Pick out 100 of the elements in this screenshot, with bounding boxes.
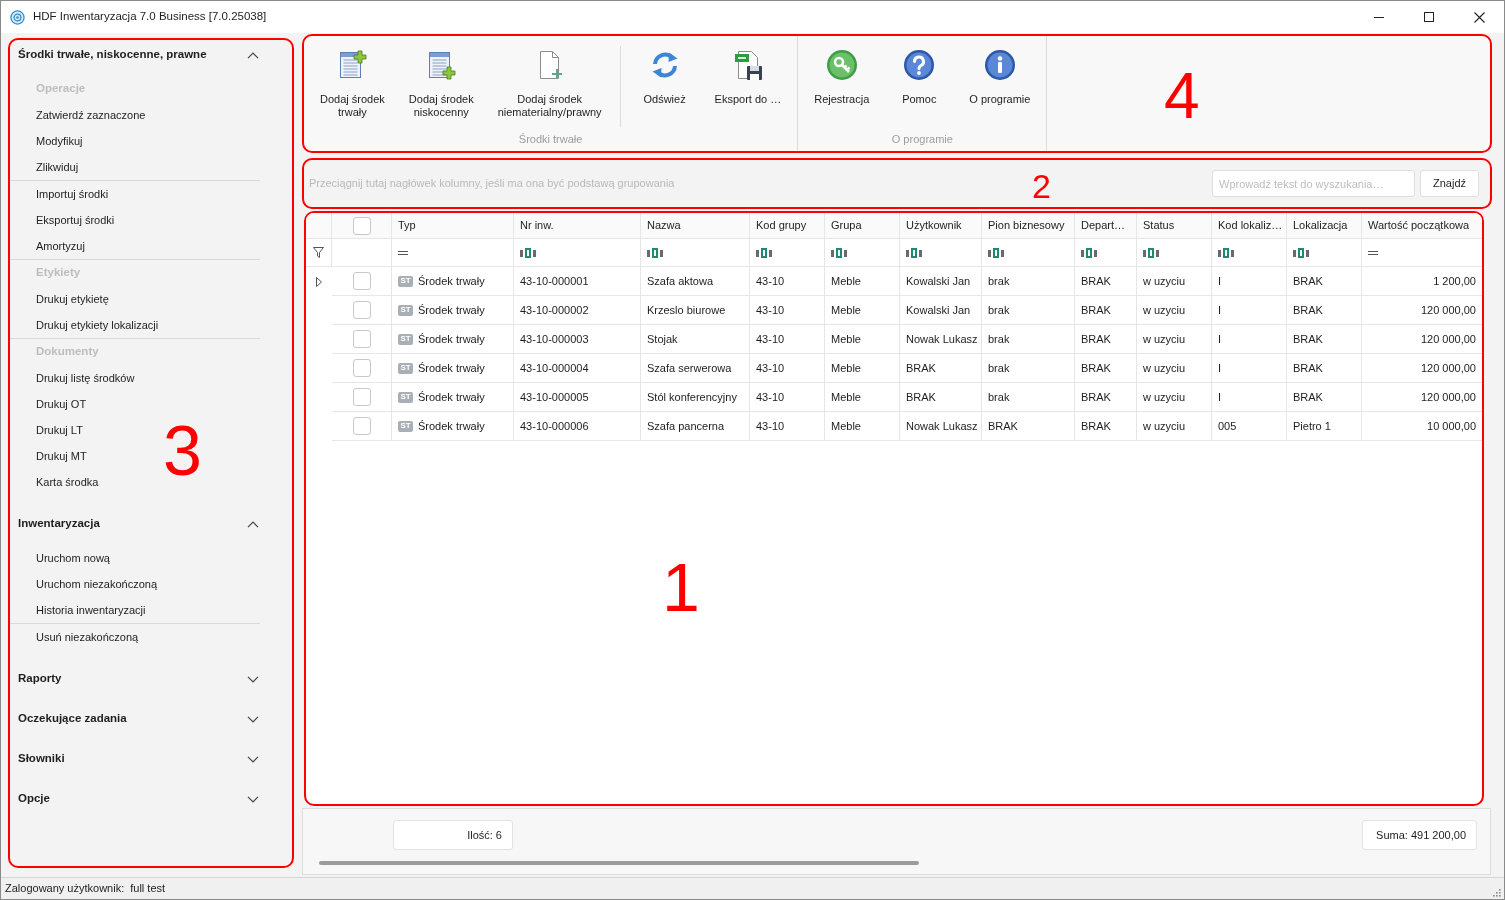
table-cell: I <box>1212 296 1287 325</box>
sidebar-item[interactable]: Modyfikuj <box>10 128 260 154</box>
app-logo-icon <box>10 9 25 25</box>
text-filter-icon <box>988 247 1004 258</box>
toolbar-button[interactable]: Rejestracja <box>804 36 880 131</box>
section-header[interactable]: Środki trwałe, niskocenne, prawne <box>18 40 259 70</box>
column-header[interactable]: Typ <box>392 213 514 239</box>
column-header[interactable]: Wartość początkowa <box>1362 213 1482 239</box>
checkbox[interactable] <box>352 330 371 348</box>
column-header[interactable]: Użytkownik <box>900 213 982 239</box>
table-cell: Stojak <box>641 325 750 354</box>
toolbar-button[interactable]: Odśwież <box>628 36 701 131</box>
section-header[interactable]: Inwentaryzacja <box>18 509 259 539</box>
toolbar-button[interactable]: Dodaj środek trwały <box>310 36 395 131</box>
close-icon <box>1473 11 1485 23</box>
sidebar-item[interactable]: Historia inwentaryzacji <box>10 597 260 623</box>
table-cell: brak <box>982 354 1075 383</box>
table-cell: 10 000,00 <box>1362 412 1482 441</box>
key-icon <box>825 49 858 81</box>
search-button[interactable]: Znajdź <box>1420 170 1479 197</box>
table-cell: BRAK <box>1075 325 1137 354</box>
text-filter-icon <box>1143 247 1159 258</box>
table-cell: 120 000,00 <box>1362 296 1482 325</box>
sidebar-item[interactable]: Drukuj OT <box>10 391 260 417</box>
column-header[interactable]: Depart… <box>1075 213 1137 239</box>
table-cell: brak <box>982 383 1075 412</box>
column-header[interactable]: Kod grupy <box>750 213 825 239</box>
checkbox[interactable] <box>352 359 371 377</box>
section-header[interactable]: Słowniki <box>18 744 259 774</box>
table-cell: w uzyciu <box>1137 296 1212 325</box>
table-cell: I <box>1212 354 1287 383</box>
table-cell: BRAK <box>900 383 982 412</box>
checkbox[interactable] <box>352 216 371 235</box>
text-filter-icon <box>1081 247 1097 258</box>
section-header[interactable]: Oczekujące zadania <box>18 704 259 734</box>
checkbox[interactable] <box>352 301 371 319</box>
annotation-number: 4 <box>1164 64 1200 128</box>
toolbar-button[interactable]: O programie <box>959 36 1041 131</box>
column-header[interactable]: Nr inw. <box>514 213 641 239</box>
table-cell: Meble <box>825 267 900 296</box>
type-badge: ST <box>398 275 413 287</box>
table-cell: Kowalski Jan <box>900 296 982 325</box>
sidebar-item[interactable]: Importuj środki <box>10 181 260 207</box>
group-label: O programie <box>890 132 954 147</box>
table-cell: 120 000,00 <box>1362 325 1482 354</box>
text-filter-icon <box>831 247 847 258</box>
info-icon <box>983 49 1016 81</box>
sidebar-item[interactable]: Drukuj listę środków <box>10 365 260 391</box>
table-cell: BRAK <box>1075 412 1137 441</box>
sidebar-item[interactable]: Uruchom nową <box>10 545 260 571</box>
column-header[interactable]: Grupa <box>825 213 900 239</box>
type-badge: ST <box>398 391 413 403</box>
type-badge: ST <box>398 304 413 316</box>
sidebar-item[interactable]: Drukuj etykiety lokalizacji <box>10 312 260 338</box>
table-cell: Meble <box>825 354 900 383</box>
sidebar-item[interactable]: Zlikwiduj <box>10 154 260 180</box>
table-cell: Kowalski Jan <box>900 267 982 296</box>
equals-filter-icon <box>1368 250 1378 255</box>
type-badge: ST <box>398 420 413 432</box>
table-cell: Meble <box>825 296 900 325</box>
toolbar-button[interactable]: Pomoc <box>883 36 956 131</box>
toolbar-button[interactable]: Dodaj środek niematerialny/prawny <box>487 36 612 131</box>
table-cell: BRAK <box>900 354 982 383</box>
toolbar-button[interactable]: Dodaj środek niskocenny <box>398 36 484 131</box>
table-cell: 43-10 <box>750 354 825 383</box>
table-cell: 43-10 <box>750 296 825 325</box>
checkbox[interactable] <box>352 417 371 435</box>
search-field[interactable]: Wprowadź tekst do wyszukania… <box>1212 170 1415 197</box>
minimize-icon <box>1374 16 1384 18</box>
toolbar-button[interactable]: Eksport do … <box>704 36 792 131</box>
table-cell: BRAK <box>1287 296 1362 325</box>
column-header[interactable]: Status <box>1137 213 1212 239</box>
column-header[interactable]: Lokalizacja <box>1287 213 1362 239</box>
table-cell: 120 000,00 <box>1362 383 1482 412</box>
checkbox[interactable] <box>352 272 371 290</box>
horizontal-scrollbar[interactable] <box>319 861 919 865</box>
type-label: Środek trwały <box>418 418 485 434</box>
table-cell: 1 200,00 <box>1362 267 1482 296</box>
section-header[interactable]: Opcje <box>18 784 259 814</box>
column-header[interactable]: Kod lokaliz… <box>1212 213 1287 239</box>
sidebar-item[interactable]: Uruchom niezakończoną <box>10 571 260 597</box>
type-badge: ST <box>398 333 413 345</box>
sidebar-item[interactable]: Eksportuj środki <box>10 207 260 233</box>
table-cell: Nowak Lukasz <box>900 325 982 354</box>
table-cell: w uzyciu <box>1137 325 1212 354</box>
column-header[interactable]: Pion biznesowy <box>982 213 1075 239</box>
table-cell: BRAK <box>1287 354 1362 383</box>
table-cell: Szafa serwerowa <box>641 354 750 383</box>
table-cell: BRAK <box>1287 267 1362 296</box>
table-cell: 43-10-000005 <box>514 383 641 412</box>
section-header[interactable]: Raporty <box>18 664 259 694</box>
sidebar-item[interactable]: Usuń niezakończoną <box>10 624 260 650</box>
sidebar-item[interactable]: Amortyzuj <box>10 233 260 259</box>
window-title: HDF Inwentaryzacja 7.0 Business [7.0.25038] <box>33 9 267 25</box>
table-cell: Krzeslo biurowe <box>641 296 750 325</box>
table-cell: I <box>1212 267 1287 296</box>
sidebar-item[interactable]: Zatwierdź zaznaczone <box>10 102 260 128</box>
sidebar-item[interactable]: Drukuj etykietę <box>10 286 260 312</box>
checkbox[interactable] <box>352 388 371 406</box>
column-header[interactable]: Nazwa <box>641 213 750 239</box>
